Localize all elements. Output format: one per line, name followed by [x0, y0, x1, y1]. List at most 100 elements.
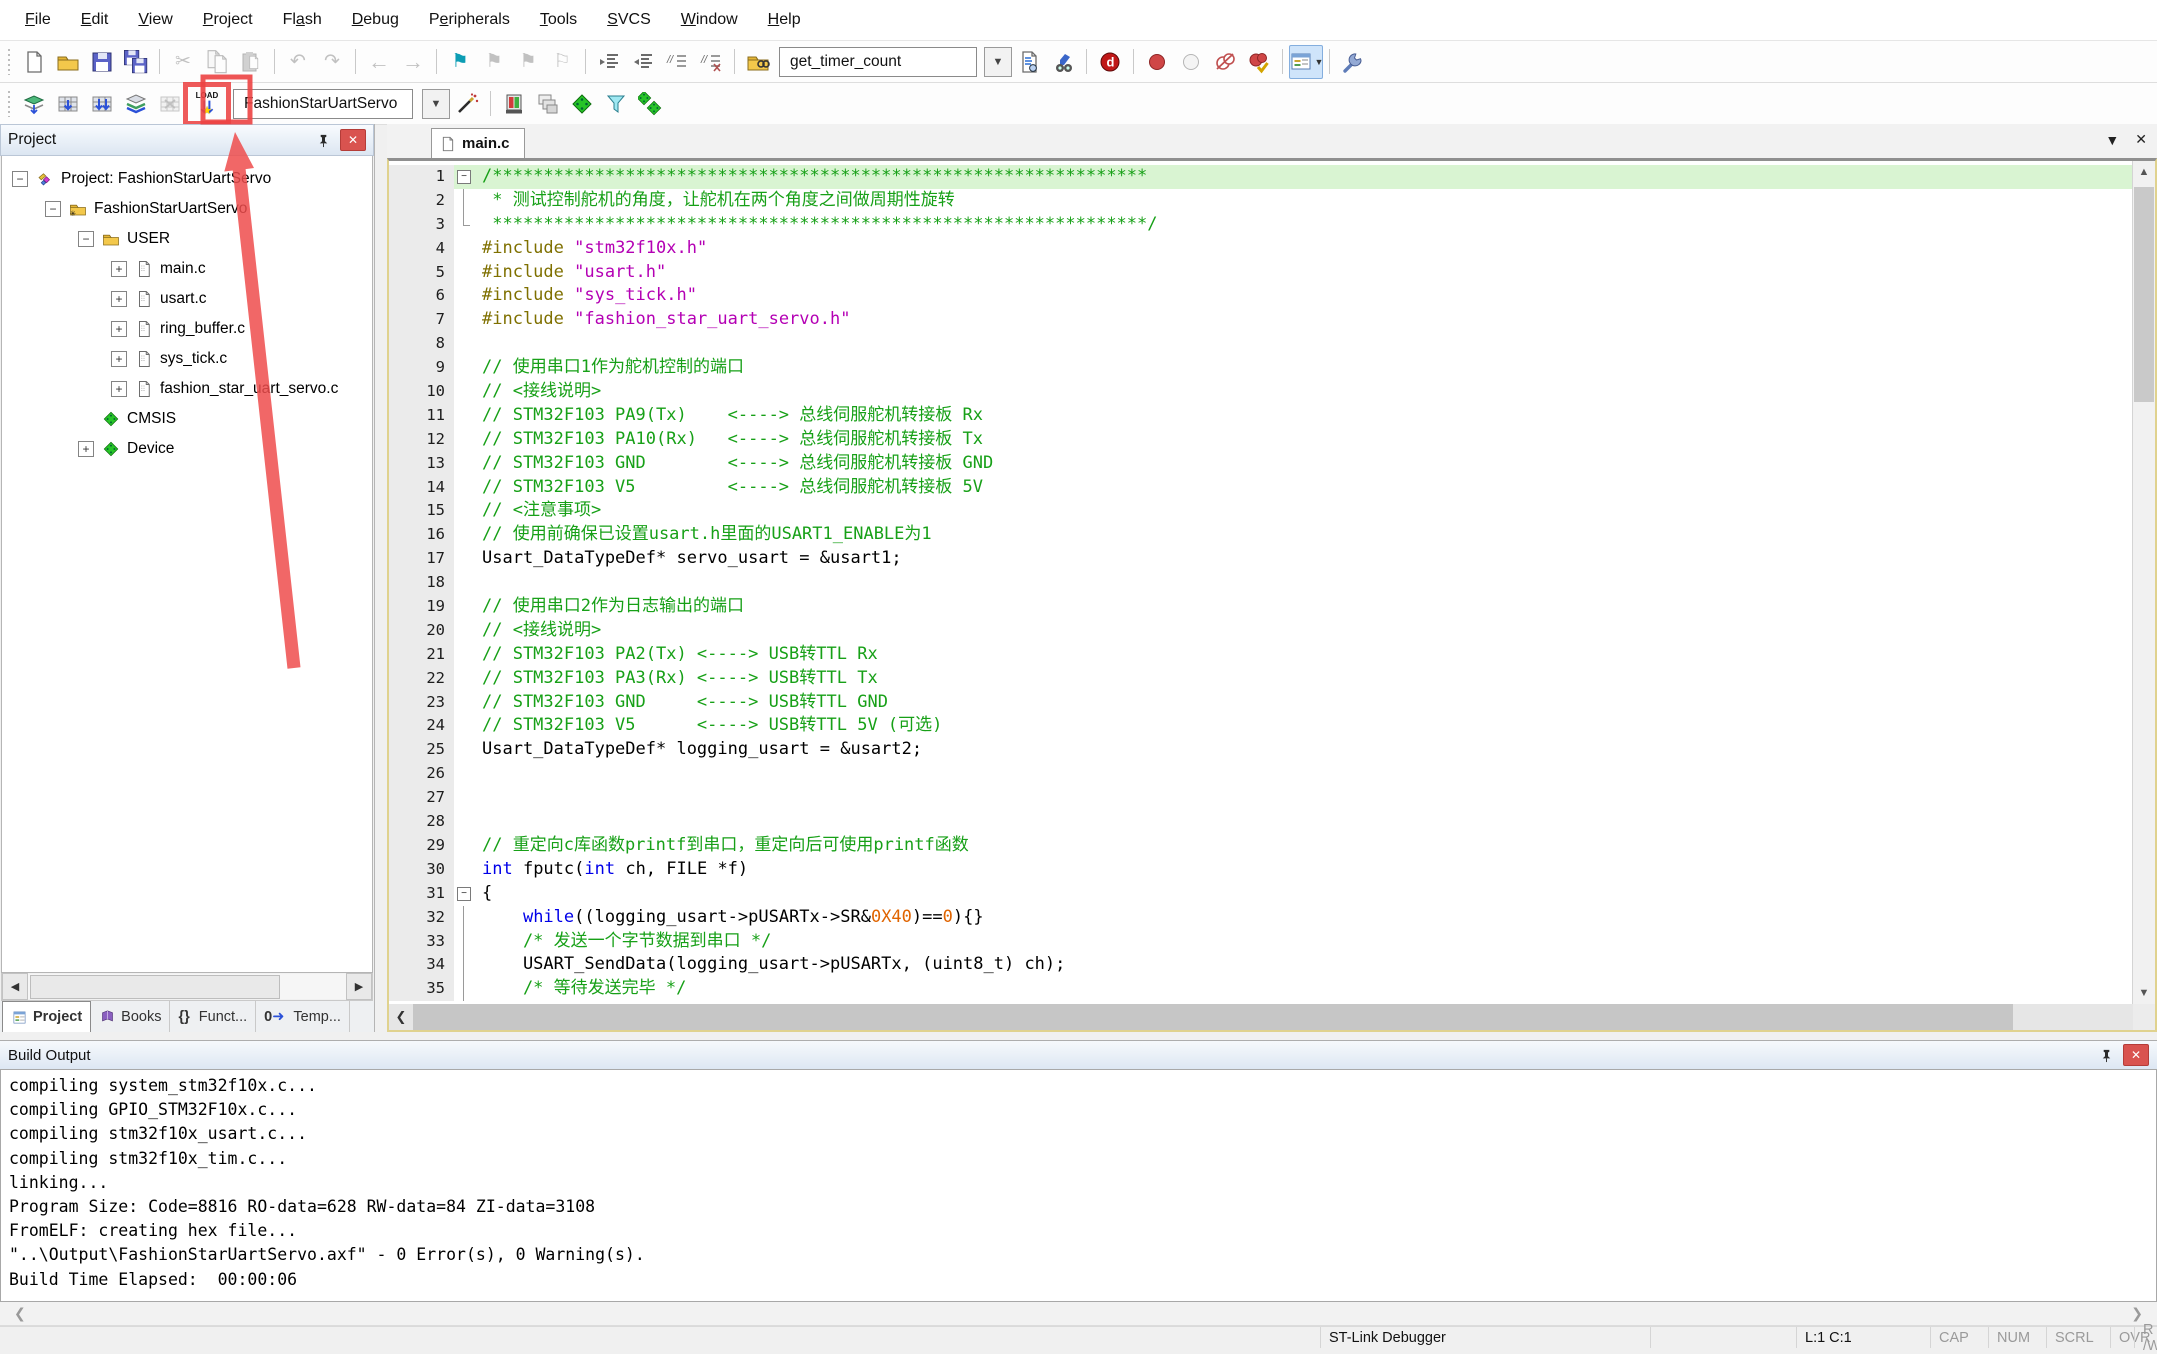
batch-build-button[interactable]	[119, 87, 153, 121]
scroll-down-icon[interactable]: ▼	[2133, 982, 2155, 1004]
menu-flash[interactable]: Flash	[268, 11, 337, 29]
close-document-icon[interactable]: ✕	[2135, 131, 2147, 148]
undo-button[interactable]: ↶	[281, 45, 315, 79]
flash-configure-button[interactable]	[497, 87, 531, 121]
copy-button[interactable]	[200, 45, 234, 79]
tree-item-sys-tick-c[interactable]: +sys_tick.c	[2, 344, 372, 374]
function-combobox[interactable]: get_timer_count	[779, 47, 977, 77]
start-stop-debug-button[interactable]: d	[1093, 45, 1127, 79]
save-button[interactable]	[85, 45, 119, 79]
navigate-forward-button[interactable]: →	[396, 45, 430, 79]
manage-project-items-button[interactable]	[531, 87, 565, 121]
tab-main-c[interactable]: main.c	[431, 128, 525, 158]
menu-view[interactable]: View	[123, 11, 187, 29]
close-icon[interactable]: ✕	[2123, 1044, 2149, 1066]
configure-tools-button[interactable]	[1336, 45, 1370, 79]
tree-item-fashion-star-uart-servo-c[interactable]: +fashion_star_uart_servo.c	[2, 374, 372, 404]
expand-icon[interactable]: +	[78, 441, 94, 457]
find-in-files-button[interactable]	[741, 45, 775, 79]
disable-breakpoint-button[interactable]	[1174, 45, 1208, 79]
pin-icon[interactable]	[312, 129, 334, 151]
select-packs-button[interactable]	[599, 87, 633, 121]
target-combobox[interactable]: FashionStarUartServo	[233, 89, 413, 119]
editor-vertical-scrollbar[interactable]: ▲ ▼	[2132, 161, 2155, 1004]
kill-breakpoints-button[interactable]	[1208, 45, 1242, 79]
toolbar-grip[interactable]	[6, 49, 13, 75]
panel-tab-temp[interactable]: 0➜Temp...	[256, 1001, 350, 1032]
uncomment-button[interactable]: //	[694, 45, 728, 79]
tree-item-ring-buffer-c[interactable]: +ring_buffer.c	[2, 314, 372, 344]
load-button[interactable]: LOAD ⇊ ★	[190, 87, 224, 121]
horizontal-scroll-thumb[interactable]	[413, 1004, 2013, 1030]
panel-tab-project[interactable]: Project	[2, 1001, 91, 1032]
function-combobox-dropdown-icon[interactable]: ▼	[984, 47, 1012, 77]
tree-item-usart-c[interactable]: +usart.c	[2, 284, 372, 314]
dropdown-caret-icon[interactable]: ▼	[1315, 57, 1324, 67]
panel-tab-funct[interactable]: {}Funct...	[170, 1001, 256, 1032]
open-file-button[interactable]	[51, 45, 85, 79]
insert-bookmark-button[interactable]: ⚑	[443, 45, 477, 79]
indent-button[interactable]	[592, 45, 626, 79]
scroll-right-icon[interactable]: ❯	[2117, 1305, 2157, 1322]
scroll-up-icon[interactable]: ▲	[2133, 161, 2155, 183]
enable-breakpoints-button[interactable]	[1242, 45, 1276, 79]
pack-installer-button[interactable]	[633, 87, 667, 121]
menu-project[interactable]: Project	[188, 11, 268, 29]
collapse-icon[interactable]: −	[45, 201, 61, 217]
scroll-thumb[interactable]	[30, 975, 280, 999]
expand-icon[interactable]: +	[111, 381, 127, 397]
expand-icon[interactable]: +	[111, 291, 127, 307]
tree-item-device[interactable]: +Device	[2, 434, 372, 464]
toolbar-grip[interactable]	[6, 91, 13, 117]
build-output-scrollbar[interactable]: ❮ ❯	[0, 1302, 2157, 1326]
scroll-track[interactable]	[28, 974, 346, 999]
fold-collapse-icon[interactable]: −	[457, 887, 471, 901]
clear-bookmarks-button[interactable]: ⚐	[545, 45, 579, 79]
collapse-icon[interactable]: −	[78, 231, 94, 247]
browse-symbols-button[interactable]	[1046, 45, 1080, 79]
next-bookmark-button[interactable]: ⚑	[511, 45, 545, 79]
menu-debug[interactable]: Debug	[337, 11, 414, 29]
fold-collapse-icon[interactable]: −	[457, 170, 471, 184]
debug-windows-button[interactable]: ▼	[1289, 45, 1323, 79]
redo-button[interactable]: ↷	[315, 45, 349, 79]
cut-button[interactable]: ✂	[166, 45, 200, 79]
options-for-target-button[interactable]	[450, 87, 484, 121]
scroll-right-icon[interactable]: ▶	[346, 973, 372, 1000]
paste-button[interactable]	[234, 45, 268, 79]
code-editor[interactable]: 1−/*************************************…	[389, 161, 2133, 1004]
pin-icon[interactable]	[2095, 1044, 2117, 1066]
comment-button[interactable]: //	[660, 45, 694, 79]
tree-item-fashionstaruartservo[interactable]: −✳FashionStarUartServo	[2, 194, 372, 224]
project-horizontal-scrollbar[interactable]: ◀ ▶	[1, 973, 373, 1001]
unindent-button[interactable]	[626, 45, 660, 79]
menu-help[interactable]: Help	[753, 11, 816, 29]
tree-item-cmsis[interactable]: CMSIS	[2, 404, 372, 434]
menu-peripherals[interactable]: Peripherals	[414, 11, 525, 29]
scroll-left-icon[interactable]: ❮	[0, 1305, 40, 1322]
expand-icon[interactable]: +	[111, 351, 127, 367]
tree-item-project-fashionstaruartservo[interactable]: −Project: FashionStarUartServo	[2, 164, 372, 194]
menu-file[interactable]: File	[10, 11, 66, 29]
expand-icon[interactable]: +	[111, 261, 127, 277]
manage-rte-button[interactable]	[565, 87, 599, 121]
panel-tab-books[interactable]: Books	[91, 1001, 170, 1032]
previous-bookmark-button[interactable]: ⚑	[477, 45, 511, 79]
new-file-button[interactable]	[17, 45, 51, 79]
menu-edit[interactable]: Edit	[66, 11, 124, 29]
menu-tools[interactable]: Tools	[525, 11, 592, 29]
save-all-button[interactable]	[119, 45, 153, 79]
rebuild-button[interactable]	[85, 87, 119, 121]
menu-svcs[interactable]: SVCS	[592, 11, 666, 29]
menu-window[interactable]: Window	[666, 11, 753, 29]
build-button[interactable]	[51, 87, 85, 121]
tree-item-main-c[interactable]: +main.c	[2, 254, 372, 284]
collapse-icon[interactable]: −	[12, 171, 28, 187]
navigate-back-button[interactable]: ←	[362, 45, 396, 79]
vertical-scroll-thumb[interactable]	[2134, 187, 2154, 402]
stop-build-button[interactable]	[153, 87, 187, 121]
find-in-document-button[interactable]	[1012, 45, 1046, 79]
tab-list-dropdown-icon[interactable]: ▼	[2105, 132, 2119, 148]
tree-item-user[interactable]: −USER	[2, 224, 372, 254]
close-icon[interactable]: ✕	[340, 129, 366, 151]
